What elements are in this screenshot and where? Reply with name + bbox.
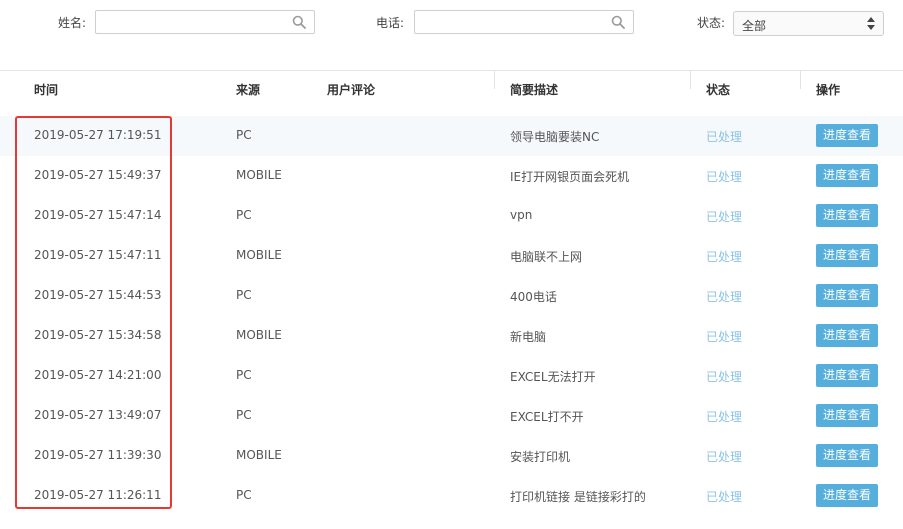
column-divider [800,71,801,89]
cell-status: 已处理 [706,170,743,184]
cell-time: 2019-05-27 14:21:00 [34,368,162,382]
cell-status: 已处理 [706,490,743,504]
column-header-status[interactable]: 状态 [706,81,730,98]
cell-description: 电脑联不上网 [510,250,583,264]
cell-status: 已处理 [706,130,743,144]
cell-status: 已处理 [706,210,743,224]
view-progress-button[interactable]: 进度查看 [816,284,878,307]
column-header-description[interactable]: 简要描述 [510,81,558,98]
column-header-source[interactable]: 来源 [236,81,260,98]
cell-time: 2019-05-27 15:47:11 [34,248,162,262]
table-row[interactable]: 2019-05-27 15:44:53 PC 400电话 已处理 进度查看 [0,276,903,316]
cell-status: 已处理 [706,410,743,424]
cell-description: 打印机链接 是链接彩打的 [510,490,646,504]
table-row[interactable]: 2019-05-27 15:49:37 MOBILE IE打开网银页面会死机 已… [0,156,903,196]
cell-source: PC [236,288,252,302]
cell-status: 已处理 [706,370,743,384]
cell-description: 新电脑 [510,330,547,344]
table-row[interactable]: 2019-05-27 13:49:07 PC EXCEL打不开 已处理 进度查看 [0,396,903,436]
search-icon[interactable] [292,15,306,29]
status-filter-label: 状态: [697,16,726,30]
cell-description: vpn [510,208,533,222]
table-row[interactable]: 2019-05-27 17:19:51 PC 领导电脑要装NC 已处理 进度查看 [0,116,903,156]
phone-search-input[interactable] [415,11,615,33]
ticket-list-page: 姓名: 电话: 状态: 全部 时间 来源 用户评论 简要描述 状态 操作 201… [0,0,903,529]
search-icon[interactable] [611,15,625,29]
view-progress-button[interactable]: 进度查看 [816,444,878,467]
cell-time: 2019-05-27 11:26:11 [34,488,162,502]
name-search-box[interactable] [95,10,315,34]
view-progress-button[interactable]: 进度查看 [816,204,878,227]
column-header-comment[interactable]: 用户评论 [327,81,375,98]
name-search-input[interactable] [96,11,296,33]
cell-time: 2019-05-27 15:47:14 [34,208,162,222]
cell-source: PC [236,128,252,142]
cell-description: 安装打印机 [510,450,571,464]
cell-status: 已处理 [706,450,743,464]
cell-time: 2019-05-27 15:44:53 [34,288,162,302]
view-progress-button[interactable]: 进度查看 [816,364,878,387]
view-progress-button[interactable]: 进度查看 [816,244,878,267]
cell-description: 领导电脑要装NC [510,130,600,144]
cell-time: 2019-05-27 13:49:07 [34,408,162,422]
cell-status: 已处理 [706,330,743,344]
cell-status: 已处理 [706,290,743,304]
view-progress-button[interactable]: 进度查看 [816,404,878,427]
name-filter-label: 姓名: [58,16,87,30]
cell-time: 2019-05-27 15:34:58 [34,328,162,342]
cell-source: MOBILE [236,248,282,262]
view-progress-button[interactable]: 进度查看 [816,324,878,347]
status-select-value: 全部 [742,19,767,33]
cell-time: 2019-05-27 17:19:51 [34,128,162,142]
table-header: 时间 来源 用户评论 简要描述 状态 操作 [0,70,903,105]
table-row[interactable]: 2019-05-27 15:34:58 MOBILE 新电脑 已处理 进度查看 [0,316,903,356]
cell-source: PC [236,208,252,222]
view-progress-button[interactable]: 进度查看 [816,484,878,507]
table-row[interactable]: 2019-05-27 11:26:11 PC 打印机链接 是链接彩打的 已处理 … [0,476,903,516]
cell-status: 已处理 [706,250,743,264]
table-row[interactable]: 2019-05-27 15:47:11 MOBILE 电脑联不上网 已处理 进度… [0,236,903,276]
column-header-action: 操作 [816,83,841,97]
updown-arrows-icon [867,17,875,30]
cell-time: 2019-05-27 11:39:30 [34,448,162,462]
cell-source: MOBILE [236,168,282,182]
view-progress-button[interactable]: 进度查看 [816,124,878,147]
cell-description: EXCEL无法打开 [510,370,596,384]
cell-source: MOBILE [236,328,282,342]
status-select[interactable]: 全部 [733,11,884,36]
column-header-time[interactable]: 时间 [34,81,58,98]
cell-source: PC [236,368,252,382]
column-divider [690,71,691,89]
column-divider [494,71,495,89]
view-progress-button[interactable]: 进度查看 [816,164,878,187]
table-row[interactable]: 2019-05-27 15:47:14 PC vpn 已处理 进度查看 [0,196,903,236]
cell-description: EXCEL打不开 [510,410,584,424]
phone-search-box[interactable] [414,10,634,34]
cell-time: 2019-05-27 15:49:37 [34,168,162,182]
cell-source: PC [236,488,252,502]
cell-description: 400电话 [510,290,557,304]
table-row[interactable]: 2019-05-27 11:39:30 MOBILE 安装打印机 已处理 进度查… [0,436,903,476]
cell-description: IE打开网银页面会死机 [510,170,630,184]
table-row[interactable]: 2019-05-27 14:21:00 PC EXCEL无法打开 已处理 进度查… [0,356,903,396]
cell-source: MOBILE [236,448,282,462]
cell-source: PC [236,408,252,422]
phone-filter-label: 电话: [376,16,405,30]
